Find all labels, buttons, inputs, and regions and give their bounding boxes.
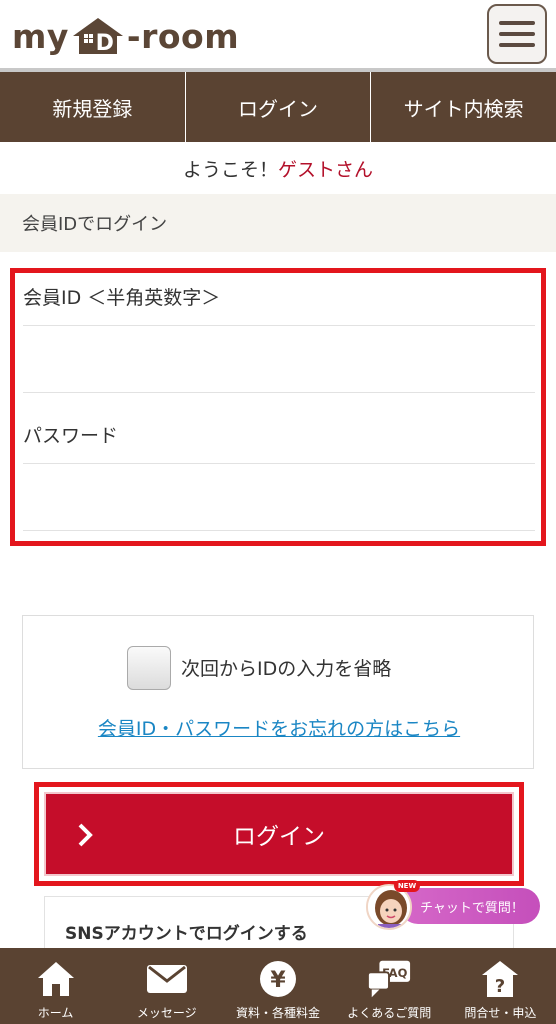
new-badge: NEW <box>394 880 420 892</box>
tab-message[interactable]: メッセージ <box>111 948 222 1024</box>
member-id-input[interactable] <box>23 325 535 393</box>
question-mark: ? <box>495 976 505 997</box>
logo-text-room: -room <box>126 16 240 56</box>
chat-button[interactable]: チャットで質問！ <box>400 888 540 924</box>
global-nav: 新規登録 ログイン サイト内検索 <box>0 72 556 142</box>
nav-site-search[interactable]: サイト内検索 <box>371 72 556 142</box>
password-input[interactable] <box>23 463 535 531</box>
forgot-credentials-link[interactable]: 会員ID・パスワードをお忘れの方はこちら <box>23 714 535 741</box>
tab-faq[interactable]: FAQ よくあるご質問 <box>334 948 445 1024</box>
welcome-message: ようこそ！ ゲストさん <box>0 142 556 194</box>
menu-line <box>499 32 535 36</box>
mail-icon <box>144 958 190 1000</box>
tab-message-label: メッセージ <box>136 1006 197 1020</box>
yen-symbol: ¥ <box>270 968 286 993</box>
chat-label: チャットで質問！ <box>420 900 524 916</box>
login-button[interactable]: ログイン <box>44 792 514 876</box>
yen-icon: ¥ <box>255 958 301 1000</box>
tab-home[interactable]: ホーム <box>0 948 111 1024</box>
tab-documents-fees-label: 資料・各種料金 <box>236 1006 321 1020</box>
logo-text-my: my <box>12 16 69 56</box>
section-title: 会員IDでログイン <box>0 194 556 252</box>
home-icon <box>33 958 79 1000</box>
remember-id-label[interactable]: 次回からIDの入力を省略 <box>181 654 391 681</box>
bottom-tab-bar: ホーム メッセージ ¥ 資料・各種料金 FAQ よくあるご質問 ? 問合せ・申込 <box>0 948 556 1024</box>
guest-name: ゲストさん <box>278 158 374 181</box>
remember-panel: 次回からIDの入力を省略 会員ID・パスワードをお忘れの方はこちら <box>22 615 534 769</box>
sns-login-label: SNSアカウントでログインする <box>65 924 308 944</box>
login-button-label: ログイン <box>233 824 325 850</box>
login-button-frame: ログイン <box>34 782 524 886</box>
remember-id-checkbox[interactable] <box>127 646 171 690</box>
welcome-prefix: ようこそ！ <box>182 158 278 181</box>
tab-contact-label: 問合せ・申込 <box>464 1006 537 1020</box>
nav-login[interactable]: ログイン <box>186 72 372 142</box>
tab-home-label: ホーム <box>37 1006 74 1020</box>
tab-documents-fees[interactable]: ¥ 資料・各種料金 <box>222 948 333 1024</box>
login-form: 会員ID ＜半角英数字＞ パスワード <box>10 268 546 546</box>
member-id-label: 会員ID ＜半角英数字＞ <box>23 287 221 309</box>
menu-line <box>499 43 535 47</box>
faq-icon: FAQ <box>366 958 412 1000</box>
header: my D -room <box>0 0 556 68</box>
chevron-right-icon <box>76 822 94 854</box>
question-icon: ? <box>477 958 523 1000</box>
chat-widget[interactable]: チャットで質問！ NEW <box>366 880 542 930</box>
tab-contact[interactable]: ? 問合せ・申込 <box>445 948 556 1024</box>
nav-register[interactable]: 新規登録 <box>0 72 186 142</box>
hamburger-menu-button[interactable] <box>487 4 547 64</box>
tab-faq-label: よくあるご質問 <box>347 1006 432 1020</box>
logo-text-d: D <box>96 31 115 56</box>
menu-line <box>499 21 535 25</box>
house-icon: D <box>71 16 125 56</box>
password-label: パスワード <box>23 425 119 447</box>
site-logo[interactable]: my D -room <box>12 14 239 58</box>
